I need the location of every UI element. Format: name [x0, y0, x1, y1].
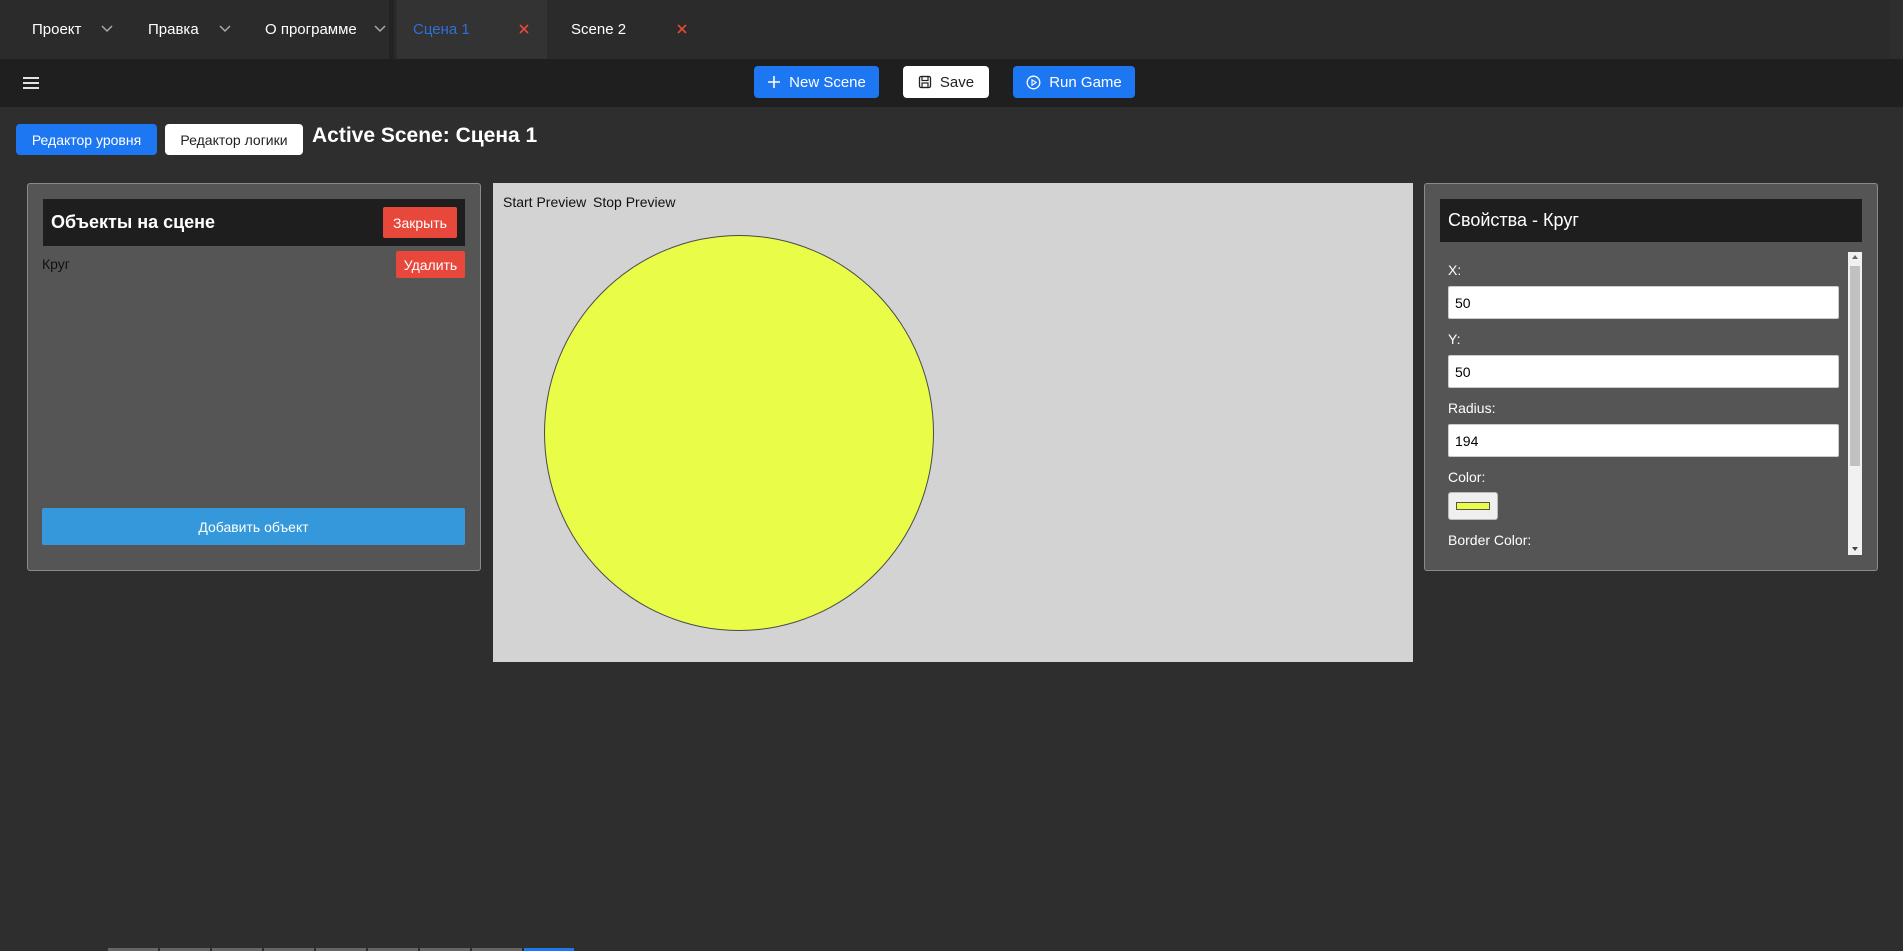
delete-object-label: Удалить: [403, 256, 458, 273]
active-scene-title: Active Scene: Сцена 1: [312, 124, 538, 147]
close-objects-label: Закрыть: [393, 214, 447, 231]
menu-about-label: О программе: [265, 21, 357, 38]
menu-edit-label: Правка: [148, 21, 199, 38]
level-editor-button[interactable]: Редактор уровня: [16, 124, 157, 155]
circle-object[interactable]: [544, 235, 934, 631]
tab-scene-2-label: Scene 2: [571, 21, 627, 38]
chevron-down-icon: [219, 25, 231, 33]
x-input[interactable]: [1448, 286, 1839, 319]
scrollbar-thumb[interactable]: [1850, 266, 1860, 466]
delete-object-button[interactable]: Удалить: [396, 251, 465, 278]
plus-icon: [768, 76, 781, 88]
menu-edit[interactable]: Правка: [148, 0, 234, 59]
new-scene-button[interactable]: New Scene: [754, 66, 879, 98]
run-game-label: Run Game: [1049, 73, 1122, 91]
logic-editor-button[interactable]: Редактор логики: [165, 124, 303, 155]
toolbar: New Scene Save Run Game: [0, 59, 1903, 107]
properties-panel-header: Свойства - Круг: [1440, 199, 1862, 242]
x-label: X:: [1448, 262, 1462, 278]
play-circle-icon: [1026, 75, 1041, 89]
menu-project-label: Проект: [32, 21, 82, 38]
save-label: Save: [939, 73, 975, 91]
scroll-down-icon[interactable]: [1851, 546, 1859, 552]
new-scene-label: New Scene: [789, 73, 866, 91]
hamburger-menu-icon[interactable]: [22, 75, 40, 91]
close-objects-button[interactable]: Закрыть: [383, 207, 457, 238]
level-editor-label: Редактор уровня: [31, 131, 142, 148]
add-object-button[interactable]: Добавить объект: [42, 508, 465, 545]
tab-scene-1-label: Сцена 1: [413, 21, 470, 38]
floppy-disk-icon: [918, 75, 932, 89]
top-bar: Проект Правка О программе Сцена 1 Scene …: [0, 0, 1890, 59]
menu-project[interactable]: Проект: [32, 0, 142, 59]
y-input[interactable]: [1448, 355, 1839, 388]
properties-scrollbar[interactable]: [1848, 252, 1862, 555]
chevron-down-icon: [374, 25, 386, 33]
properties-panel-title: Свойства - Круг: [1448, 210, 1579, 230]
tabs-divider: [389, 0, 394, 59]
object-name: Круг: [42, 256, 70, 272]
save-button[interactable]: Save: [903, 66, 989, 98]
color-picker[interactable]: [1448, 492, 1498, 520]
tab-scene-2[interactable]: Scene 2: [547, 0, 702, 59]
list-item[interactable]: Круг: [42, 256, 70, 272]
start-preview-button[interactable]: Start Preview: [503, 194, 586, 210]
color-label: Color:: [1448, 469, 1486, 485]
close-icon[interactable]: [675, 22, 689, 36]
chevron-down-icon: [101, 25, 113, 33]
radius-label: Radius:: [1448, 400, 1496, 416]
close-icon[interactable]: [517, 22, 531, 36]
scroll-up-icon[interactable]: [1851, 254, 1859, 260]
run-game-button[interactable]: Run Game: [1013, 66, 1135, 98]
add-object-label: Добавить объект: [198, 518, 309, 535]
objects-panel-title: Объекты на сцене: [51, 212, 216, 232]
tab-scene-1[interactable]: Сцена 1: [397, 0, 547, 59]
color-swatch: [1456, 502, 1490, 510]
radius-input[interactable]: [1448, 424, 1839, 457]
border-color-label: Border Color:: [1448, 532, 1532, 548]
logic-editor-label: Редактор логики: [180, 131, 288, 148]
menu-about[interactable]: О программе: [265, 0, 389, 59]
y-label: Y:: [1448, 331, 1461, 347]
stop-preview-button[interactable]: Stop Preview: [593, 194, 675, 210]
